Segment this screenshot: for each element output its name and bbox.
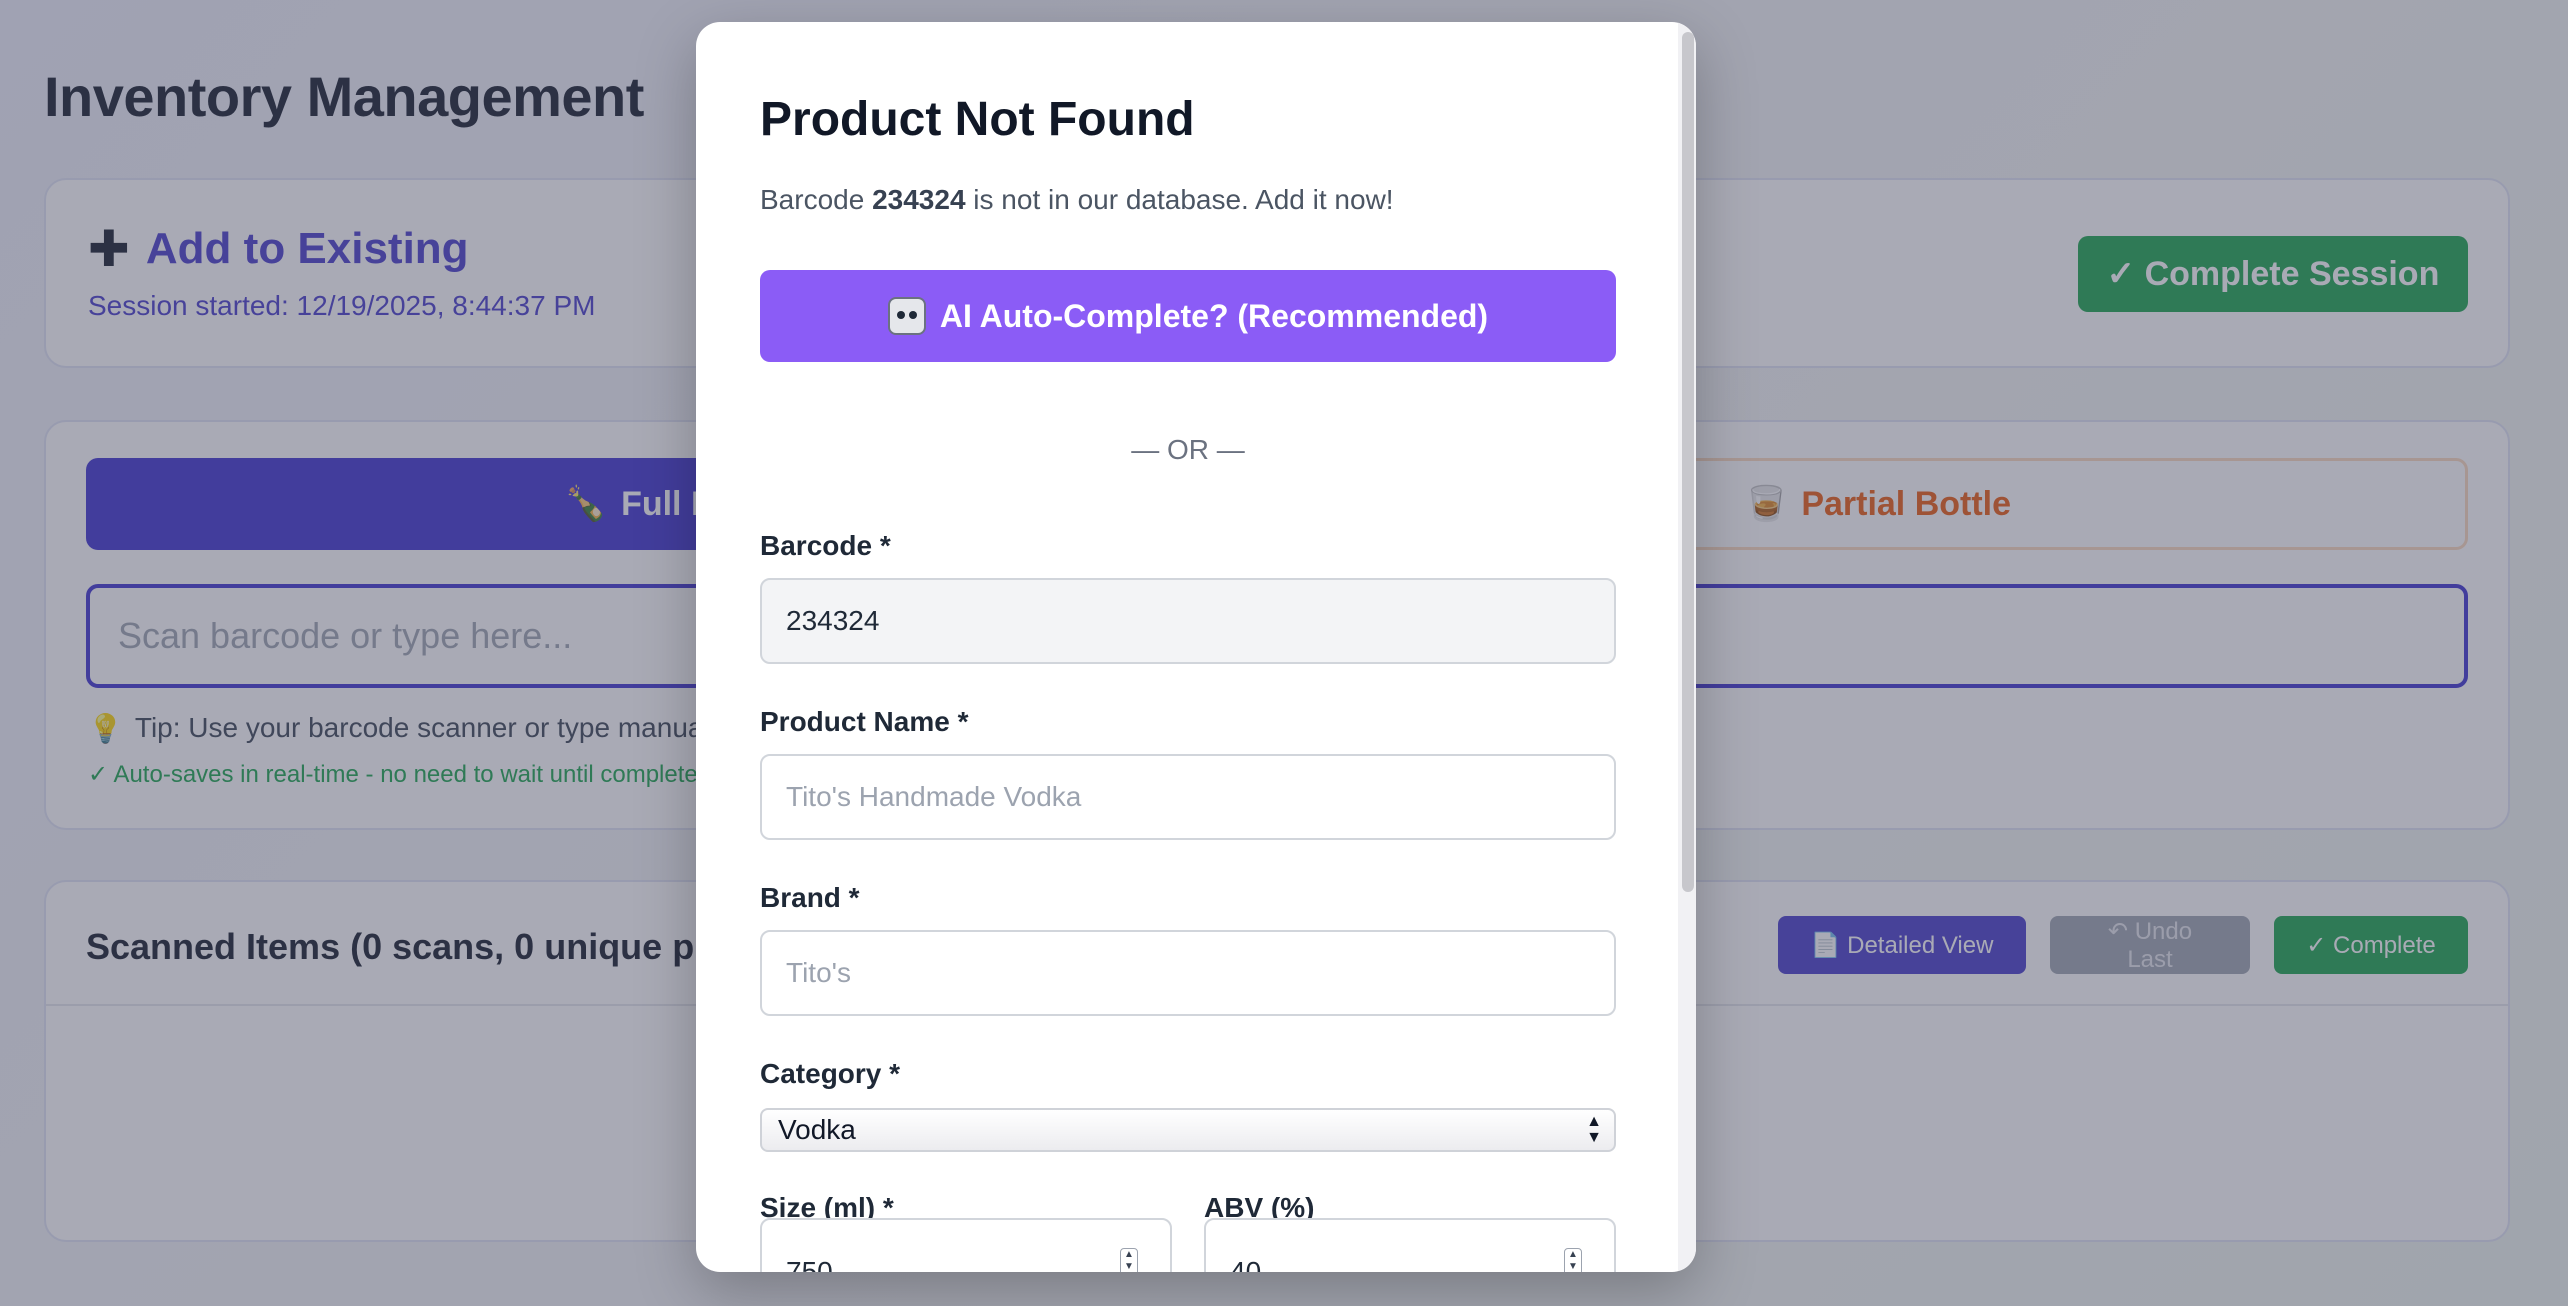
brand-field[interactable] [760, 930, 1616, 1016]
abv-value: 40 [1230, 1256, 1262, 1272]
category-label: Category * [760, 1058, 901, 1089]
product-not-found-modal: Product Not Found Barcode 234324 is not … [696, 22, 1696, 1272]
select-arrows-icon: ▲ ▼ [1586, 1113, 1602, 1146]
modal-title: Product Not Found [760, 93, 1195, 146]
product-name-field[interactable] [760, 754, 1616, 840]
category-value: Vodka [778, 1114, 856, 1145]
abv-stepper-icon[interactable]: ▲ ▼ [1564, 1248, 1582, 1272]
modal-scrollbar[interactable] [1678, 22, 1696, 1272]
robot-icon [887, 297, 926, 335]
modal-description: Barcode 234324 is not in our database. A… [760, 184, 1394, 216]
category-select[interactable]: Vodka ▲ ▼ [760, 1108, 1616, 1152]
modal-scroll-thumb[interactable] [1682, 32, 1694, 892]
size-field[interactable]: 750 ▲ ▼ [760, 1218, 1172, 1272]
size-stepper-icon[interactable]: ▲ ▼ [1120, 1248, 1138, 1272]
ai-autocomplete-label: AI Auto-Complete? (Recommended) [939, 297, 1489, 334]
ai-autocomplete-button[interactable]: AI Auto-Complete? (Recommended) [760, 270, 1616, 362]
brand-label: Brand * [760, 882, 860, 913]
desc-prefix: Barcode [760, 184, 873, 215]
barcode-label: Barcode * [760, 530, 891, 561]
desc-barcode: 234324 [872, 184, 966, 215]
abv-field[interactable]: 40 ▲ ▼ [1204, 1218, 1616, 1272]
product-name-label: Product Name * [760, 706, 969, 737]
barcode-field[interactable] [760, 578, 1616, 664]
size-value: 750 [786, 1256, 833, 1272]
desc-suffix: is not in our database. Add it now! [965, 184, 1394, 215]
or-divider: — OR — [1131, 434, 1245, 465]
